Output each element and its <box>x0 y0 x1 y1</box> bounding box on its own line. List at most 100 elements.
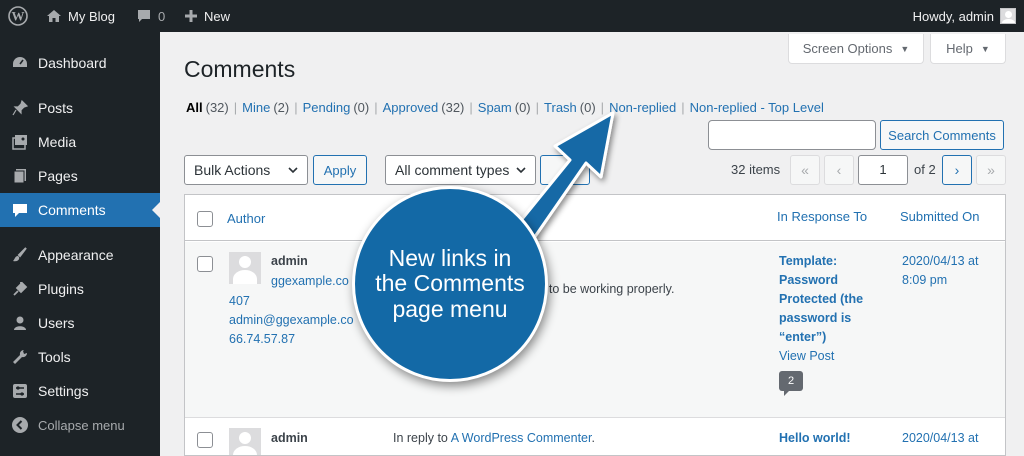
response-title-line[interactable]: Hello world! <box>779 431 851 445</box>
filter-label: Mine <box>242 100 271 115</box>
response-title-line[interactable]: “enter”) <box>779 330 826 344</box>
filter-button[interactable] <box>540 155 590 185</box>
filter-mine-link[interactable]: Mine <box>242 100 270 115</box>
comment-author-name: admin <box>271 431 308 445</box>
response-title-line[interactable]: password is <box>779 311 851 325</box>
filter-spam-link[interactable]: Spam <box>478 100 512 115</box>
submitted-time[interactable]: 8:09 pm <box>902 273 947 287</box>
sidebar-item-label: Posts <box>38 100 74 116</box>
sidebar-item-appearance[interactable]: Appearance <box>0 238 160 272</box>
filter-non-replied-link[interactable]: Non-replied <box>609 100 676 115</box>
sidebar-item-users[interactable]: Users <box>0 306 160 340</box>
site-name-link[interactable]: My Blog <box>46 0 115 32</box>
sidebar-item-dashboard[interactable]: Dashboard <box>0 46 160 80</box>
row-checkbox[interactable] <box>197 256 213 272</box>
submitted-date[interactable]: 2020/04/13 at <box>902 254 978 268</box>
screen-options-button[interactable]: Screen Options ▼ <box>788 34 924 64</box>
filter-count: (0) <box>579 100 596 115</box>
filter-label: Approved <box>382 100 439 115</box>
first-page-button[interactable]: « <box>790 155 820 185</box>
response-title-line[interactable]: Protected (the <box>779 292 863 306</box>
comment-search-input[interactable] <box>708 120 876 150</box>
table-row: admin In reply to A WordPress Commenter.… <box>185 417 1005 455</box>
select-all-checkbox[interactable] <box>197 211 213 227</box>
filter-approved-link[interactable]: Approved <box>383 100 439 115</box>
dashboard-icon <box>10 53 30 73</box>
adminbar-comments-link[interactable]: 0 <box>136 0 165 32</box>
response-title-line[interactable]: Template: <box>779 254 837 268</box>
sidebar-item-posts[interactable]: Posts <box>0 91 160 125</box>
site-name-label: My Blog <box>68 8 115 24</box>
reply-prefix: In reply to <box>393 431 448 445</box>
previous-page-button[interactable]: ‹ <box>824 155 854 185</box>
filter-separator: | <box>294 100 298 115</box>
sidebar-item-pages[interactable]: Pages <box>0 159 160 193</box>
comments-count-label: 0 <box>158 8 166 24</box>
column-author[interactable]: Author <box>227 211 265 226</box>
response-title-line[interactable]: Password <box>779 273 838 287</box>
filter-separator: | <box>469 100 473 115</box>
bulk-actions-select[interactable]: Bulk Actions <box>184 155 308 185</box>
caret-down-icon: ▼ <box>980 43 990 54</box>
comment-status-filters: All (32) | Mine (2) | Pending (0) | Approve… <box>186 100 824 115</box>
row-checkbox[interactable] <box>197 432 213 448</box>
account-menu[interactable]: Howdy, admin <box>913 0 1016 32</box>
comment-count-bubble[interactable]: 2 <box>779 371 803 396</box>
comment-type-value: All comment types <box>395 162 510 178</box>
total-pages-label: of 2 <box>914 162 936 177</box>
last-page-button[interactable]: » <box>976 155 1006 185</box>
filter-separator: | <box>681 100 685 115</box>
pages-icon <box>10 166 30 186</box>
admin-sidebar: Dashboard Posts Media Pages Comments App… <box>0 32 160 456</box>
submitted-date[interactable]: 2020/04/13 at <box>902 431 978 445</box>
search-comments-button[interactable]: Search Comments <box>880 120 1004 150</box>
main-content: Screen Options ▼ Help ▼ Comments All (32)… <box>160 32 1024 456</box>
table-header: Author In Response To Submitted On <box>185 195 1005 241</box>
callout-text: New links in the Comments page menu <box>375 245 525 322</box>
sidebar-item-comments[interactable]: Comments <box>0 193 160 227</box>
annotation-callout: New links in the Comments page menu <box>352 186 548 382</box>
comment-author-id[interactable]: 407 <box>229 294 250 308</box>
new-label: New <box>204 8 231 24</box>
avatar <box>229 252 261 284</box>
settings-icon <box>10 381 30 401</box>
wordpress-logo-icon[interactable]: W <box>8 0 30 32</box>
chevron-down-icon <box>516 167 526 174</box>
filter-label: Spam <box>477 100 512 115</box>
comment-author-ip[interactable]: 66.74.57.87 <box>229 332 295 346</box>
comment-type-select[interactable]: All comment types <box>385 155 536 185</box>
filter-separator: | <box>233 100 238 115</box>
sidebar-item-tools[interactable]: Tools <box>0 340 160 374</box>
filter-label: All <box>186 100 203 115</box>
filter-separator: | <box>535 100 540 115</box>
comment-author-email[interactable]: admin@ggexample.co <box>229 313 354 327</box>
filter-separator: | <box>600 100 605 115</box>
comment-icon <box>10 200 30 220</box>
column-submitted-on[interactable]: Submitted On <box>900 209 980 224</box>
filter-pending-link[interactable]: Pending <box>303 100 351 115</box>
bulk-actions-value: Bulk Actions <box>194 162 271 178</box>
sidebar-item-media[interactable]: Media <box>0 125 160 159</box>
sidebar-item-plugins[interactable]: Plugins <box>0 272 160 306</box>
help-button[interactable]: Help ▼ <box>930 34 1006 64</box>
view-post-link[interactable]: View Post <box>779 349 834 363</box>
apply-button[interactable]: Apply <box>313 155 367 185</box>
filter-non-replied-top-level-link[interactable]: Non-replied - Top Level <box>690 100 824 115</box>
current-page-input[interactable]: 1 <box>858 155 908 185</box>
sidebar-item-label: Settings <box>38 383 89 399</box>
avatar <box>229 428 261 455</box>
filter-trash-link[interactable]: Trash <box>544 100 577 115</box>
home-icon <box>47 10 61 22</box>
reply-author-link[interactable]: A WordPress Commenter <box>451 431 592 445</box>
admin-bar: W My Blog 0 New Howdy, admin <box>0 0 1024 32</box>
collapse-menu-button[interactable]: Collapse menu <box>0 408 160 442</box>
filter-all-link[interactable]: All <box>186 100 203 115</box>
next-page-button[interactable]: › <box>942 155 972 185</box>
comment-author-url[interactable]: ggexample.co <box>271 274 349 288</box>
reply-suffix: . <box>591 431 595 445</box>
column-in-response-to[interactable]: In Response To <box>777 209 867 224</box>
new-content-link[interactable]: New <box>184 0 230 32</box>
sidebar-item-settings[interactable]: Settings <box>0 374 160 408</box>
filter-count: (0) <box>514 100 531 115</box>
svg-text:W: W <box>12 9 25 24</box>
